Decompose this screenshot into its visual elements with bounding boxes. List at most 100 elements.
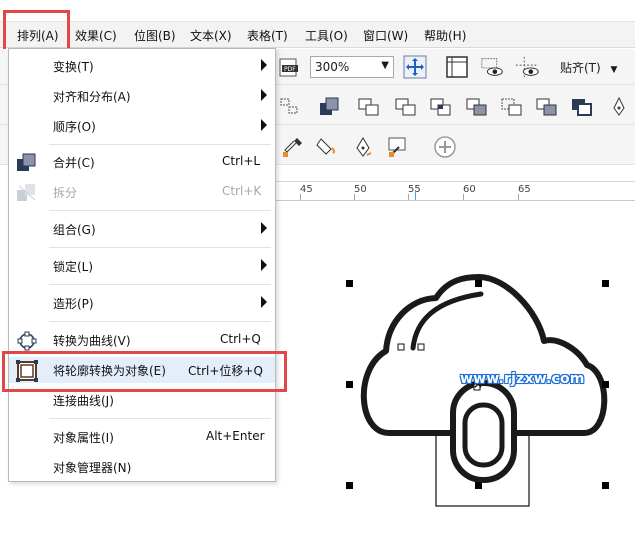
ruler-tick-label: 60 bbox=[463, 184, 476, 195]
distribute-icon[interactable] bbox=[276, 94, 302, 120]
node-marker bbox=[417, 343, 425, 351]
menu-tools[interactable]: 工具(O) bbox=[305, 27, 348, 44]
horizontal-ruler[interactable]: 45 50 55 60 65 bbox=[276, 181, 635, 201]
zoom-level-value: 300% bbox=[315, 60, 350, 74]
snap-label: 贴齐(T) bbox=[560, 61, 601, 75]
back-minus-front-icon[interactable] bbox=[534, 94, 560, 120]
menu-separator bbox=[49, 321, 271, 322]
selection-handle-left[interactable] bbox=[346, 381, 353, 388]
snap-to-dropdown[interactable]: 贴齐(T) ▼ bbox=[560, 59, 617, 76]
menu-item-label: 对象管理器(N) bbox=[53, 461, 132, 475]
menu-item-shortcut: Alt+Enter bbox=[206, 429, 265, 443]
menu-separator bbox=[49, 418, 271, 419]
ruler-mark bbox=[354, 194, 355, 200]
menu-item-shaping[interactable]: 造形(P) bbox=[9, 290, 275, 316]
svg-text:PDF: PDF bbox=[284, 66, 296, 73]
menu-bar: 排列(A) 效果(C) 位图(B) 文本(X) 表格(T) 工具(O) 窗口(W… bbox=[0, 22, 635, 48]
menu-item-shortcut: Ctrl+Q bbox=[220, 332, 261, 346]
menu-bitmap[interactable]: 位图(B) bbox=[134, 27, 176, 44]
combine-icon bbox=[15, 152, 39, 174]
selection-handle-right[interactable] bbox=[602, 381, 609, 388]
ruler-tick-label: 45 bbox=[300, 184, 313, 195]
menu-help[interactable]: 帮助(H) bbox=[424, 27, 466, 44]
ruler-cursor-marker bbox=[415, 190, 416, 200]
submenu-arrow-icon bbox=[261, 259, 267, 271]
ruler-mark bbox=[408, 194, 409, 200]
ruler-mark bbox=[518, 194, 519, 200]
pen-icon[interactable] bbox=[606, 94, 632, 120]
chevron-down-icon: ▼ bbox=[381, 60, 389, 71]
menu-text[interactable]: 文本(X) bbox=[190, 27, 232, 44]
intersect-icon[interactable] bbox=[428, 94, 454, 120]
menu-item-label: 拆分 bbox=[53, 186, 78, 200]
eyedropper-icon[interactable] bbox=[280, 134, 306, 160]
menu-item-break-apart: 拆分 Ctrl+K bbox=[9, 179, 275, 205]
menu-item-lock[interactable]: 锁定(L) bbox=[9, 253, 275, 279]
submenu-arrow-icon bbox=[261, 89, 267, 101]
menu-item-combine[interactable]: 合并(C) Ctrl+L bbox=[9, 149, 275, 175]
menu-item-transform[interactable]: 变换(T) bbox=[9, 53, 275, 79]
simplify-icon[interactable] bbox=[464, 94, 490, 120]
menu-item-convert-to-curves[interactable]: 转换为曲线(V) Ctrl+Q bbox=[9, 327, 275, 353]
title-strip bbox=[0, 0, 635, 22]
convert-outline-highlight-frame bbox=[2, 351, 287, 392]
menu-item-label: 组合(G) bbox=[53, 223, 96, 237]
menu-table[interactable]: 表格(T) bbox=[247, 27, 288, 44]
menu-item-order[interactable]: 顺序(O) bbox=[9, 113, 275, 139]
menu-separator bbox=[49, 144, 271, 145]
convert-to-curves-icon bbox=[15, 330, 39, 352]
chevron-down-icon: ▼ bbox=[610, 65, 618, 75]
grid-view-icon[interactable] bbox=[480, 54, 506, 80]
rulers-icon[interactable] bbox=[444, 54, 470, 80]
menu-item-label: 连接曲线(J) bbox=[53, 394, 114, 408]
selection-handle-top-right[interactable] bbox=[602, 280, 609, 287]
menu-item-object-properties[interactable]: 对象属性(I) Alt+Enter bbox=[9, 424, 275, 450]
pen-nib-icon[interactable] bbox=[350, 134, 376, 160]
menu-separator bbox=[49, 284, 271, 285]
zoom-level-select[interactable]: 300% ▼ bbox=[310, 56, 394, 78]
ruler-mark bbox=[300, 194, 301, 200]
selection-handle-top-left[interactable] bbox=[346, 280, 353, 287]
menu-item-label: 合并(C) bbox=[53, 156, 95, 170]
selection-handle-top[interactable] bbox=[475, 280, 482, 287]
submenu-arrow-icon bbox=[261, 296, 267, 308]
copy-properties-icon[interactable] bbox=[384, 134, 410, 160]
menu-item-label: 对象属性(I) bbox=[53, 431, 114, 445]
menu-window[interactable]: 窗口(W) bbox=[363, 27, 408, 44]
full-screen-preview-icon[interactable] bbox=[402, 54, 428, 80]
ruler-mark bbox=[463, 194, 464, 200]
menu-item-align-distribute[interactable]: 对齐和分布(A) bbox=[9, 83, 275, 109]
menu-item-group[interactable]: 组合(G) bbox=[9, 216, 275, 242]
menu-item-label: 顺序(O) bbox=[53, 120, 96, 134]
menu-item-shortcut: Ctrl+L bbox=[222, 154, 261, 168]
ruler-tick-label: 50 bbox=[354, 184, 367, 195]
front-minus-back-icon[interactable] bbox=[499, 94, 525, 120]
paint-bucket-icon[interactable] bbox=[314, 134, 340, 160]
menu-item-label: 对齐和分布(A) bbox=[53, 90, 131, 104]
menu-effects[interactable]: 效果(C) bbox=[75, 27, 117, 44]
submenu-arrow-icon bbox=[261, 222, 267, 234]
submenu-arrow-icon bbox=[261, 59, 267, 71]
menu-separator bbox=[49, 247, 271, 248]
watermark-text: www.rjzxw.com bbox=[460, 371, 585, 387]
selection-handle-bottom-right[interactable] bbox=[602, 482, 609, 489]
node-marker bbox=[397, 343, 405, 351]
menu-separator bbox=[49, 210, 271, 211]
create-boundary-icon[interactable] bbox=[569, 94, 595, 120]
arrange-dropdown-menu: 变换(T) 对齐和分布(A) 顺序(O) 合并(C) Ctrl+L 拆分 Ctr… bbox=[8, 48, 276, 482]
combine-icon[interactable] bbox=[316, 94, 342, 120]
submenu-arrow-icon bbox=[261, 119, 267, 131]
weld-icon[interactable] bbox=[356, 94, 382, 120]
export-pdf-icon[interactable]: PDF bbox=[276, 54, 302, 80]
menu-item-shortcut: Ctrl+K bbox=[222, 184, 262, 198]
ruler-tick-label: 65 bbox=[518, 184, 531, 195]
selection-handle-bottom-left[interactable] bbox=[346, 482, 353, 489]
guidelines-view-icon[interactable] bbox=[515, 54, 541, 80]
menu-item-label: 转换为曲线(V) bbox=[53, 334, 131, 348]
menu-item-object-manager[interactable]: 对象管理器(N) bbox=[9, 454, 275, 480]
menu-item-label: 变换(T) bbox=[53, 60, 94, 74]
menu-item-label: 造形(P) bbox=[53, 297, 94, 311]
trim-icon[interactable] bbox=[393, 94, 419, 120]
add-icon[interactable] bbox=[432, 134, 458, 160]
selection-handle-bottom[interactable] bbox=[475, 482, 482, 489]
